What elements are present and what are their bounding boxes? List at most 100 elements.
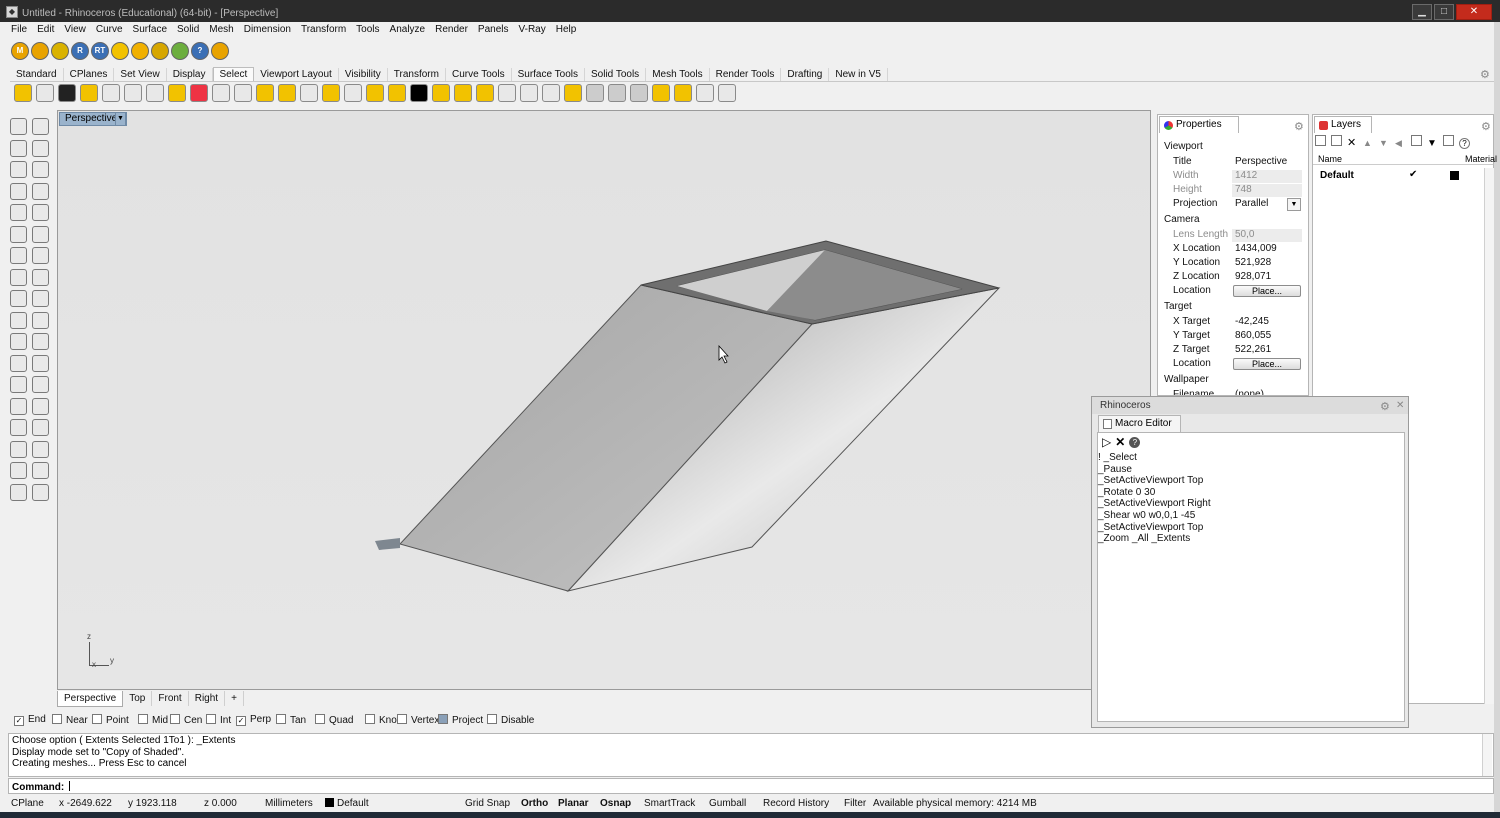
light-icon[interactable] [32, 483, 49, 501]
extrude-icon[interactable] [32, 268, 49, 286]
select-tool-icon[interactable] [520, 84, 538, 102]
select-tool-icon[interactable] [124, 84, 142, 102]
viewport-tab-perspective[interactable]: Perspective [57, 691, 124, 707]
minimize-button[interactable]: ▁ [1412, 4, 1432, 20]
layer-doc-icon[interactable] [1411, 135, 1422, 146]
toolbar-gear-icon[interactable]: ⚙ [1480, 68, 1492, 81]
trim-icon[interactable] [32, 311, 49, 329]
menu-dimension[interactable]: Dimension [239, 22, 296, 37]
osnap-checkbox[interactable] [438, 714, 448, 724]
prop-ytarget-value[interactable]: 860,055 [1232, 330, 1302, 343]
move-up-icon[interactable]: ▲ [1363, 138, 1374, 149]
new-layer-icon[interactable] [1315, 135, 1326, 146]
select-tool-icon[interactable] [586, 84, 604, 102]
osnap-toggle[interactable]: Osnap [600, 798, 631, 809]
layers-col-material[interactable]: Material [1465, 154, 1497, 164]
select-tool-icon[interactable] [652, 84, 670, 102]
select-tool-icon[interactable] [454, 84, 472, 102]
toolbar-tab-render-tools[interactable]: Render Tools [710, 68, 782, 81]
prop-zloc-value[interactable]: 928,071 [1232, 271, 1302, 284]
prop-title-value[interactable]: Perspective [1232, 156, 1302, 169]
select-tool-icon[interactable] [432, 84, 450, 102]
clip-icon[interactable] [10, 462, 27, 479]
maximize-button[interactable]: □ [1434, 4, 1454, 20]
menu-transform[interactable]: Transform [296, 22, 351, 37]
select-tool-icon[interactable] [564, 84, 582, 102]
menu-curve[interactable]: Curve [91, 22, 128, 37]
osnap-vertex[interactable]: Vertex [397, 714, 439, 726]
toolbar-tab-display[interactable]: Display [167, 68, 213, 81]
prop-xtarget-value[interactable]: -42,245 [1232, 316, 1302, 329]
tag2-icon[interactable] [51, 42, 69, 60]
prop-ztarget-value[interactable]: 522,261 [1232, 344, 1302, 357]
menu-render[interactable]: Render [430, 22, 473, 37]
ellipse-icon[interactable] [32, 161, 49, 178]
render-icon[interactable] [10, 419, 27, 436]
osnap-project[interactable]: Project [438, 714, 483, 726]
toolbar-tab-visibility[interactable]: Visibility [339, 68, 388, 81]
select-tool-icon[interactable] [36, 84, 54, 102]
menu-solid[interactable]: Solid [172, 22, 204, 37]
osnap-tan[interactable]: Tan [276, 714, 306, 726]
select-tool-icon[interactable] [256, 84, 274, 102]
status-layer[interactable]: Default [325, 798, 369, 809]
osnap-checkbox[interactable]: ✓ [14, 716, 24, 726]
layer-row-default[interactable]: Default ✔ [1313, 168, 1493, 182]
select-tool-icon[interactable] [718, 84, 736, 102]
sun-icon[interactable] [131, 42, 149, 60]
layers-gear-icon[interactable]: ⚙ [1481, 120, 1491, 133]
select-tool-icon[interactable] [14, 84, 32, 102]
lamp-icon[interactable] [151, 42, 169, 60]
osnap-checkbox[interactable] [206, 714, 216, 724]
cylinder-icon[interactable] [10, 268, 27, 286]
viewport-tab-right[interactable]: Right [189, 691, 226, 706]
camera-place-button[interactable]: Place... [1233, 285, 1301, 297]
menu-file[interactable]: File [6, 22, 32, 37]
environment-icon[interactable] [171, 42, 189, 60]
analyze-icon[interactable] [32, 462, 49, 479]
osnap-checkbox[interactable] [276, 714, 286, 724]
command-input[interactable] [69, 781, 71, 791]
move-left-icon[interactable]: ◀ [1395, 138, 1406, 149]
close-button[interactable]: ✕ [1456, 4, 1492, 20]
select-tool-icon[interactable] [476, 84, 494, 102]
command-line[interactable]: Command: [8, 778, 1494, 794]
boolean-icon[interactable] [32, 290, 49, 307]
settings-icon[interactable] [211, 42, 229, 60]
layer-current-check-icon[interactable]: ✔ [1409, 169, 1417, 180]
select-tool-icon[interactable] [234, 84, 252, 102]
grid-icon[interactable] [32, 419, 49, 436]
prop-filename-value[interactable]: (none) [1232, 389, 1302, 395]
osnap-checkbox[interactable] [397, 714, 407, 724]
select-tool-icon[interactable] [344, 84, 362, 102]
select-tool-icon[interactable] [608, 84, 626, 102]
osnap-checkbox[interactable] [170, 714, 180, 724]
toolbar-tab-standard[interactable]: Standard [10, 68, 64, 81]
osnap-checkbox[interactable] [315, 714, 325, 724]
osnap-quad[interactable]: Quad [315, 714, 353, 726]
select-tool-icon[interactable] [542, 84, 560, 102]
mesh-icon[interactable] [10, 333, 27, 350]
filter-icon[interactable]: ▼ [1427, 139, 1438, 150]
layers-help-icon[interactable]: ? [1459, 138, 1470, 149]
select-tool-icon[interactable] [696, 84, 714, 102]
select-tool-icon[interactable] [388, 84, 406, 102]
menu-analyze[interactable]: Analyze [385, 22, 431, 37]
m-icon[interactable]: M [11, 42, 29, 60]
shade-icon[interactable] [10, 483, 27, 501]
history-scrollbar[interactable] [1482, 734, 1492, 776]
scale-icon[interactable] [32, 354, 49, 372]
viewport-menu-arrow-icon[interactable]: ▼ [115, 112, 126, 126]
properties-tab[interactable]: Properties [1159, 116, 1239, 133]
layers-col-name[interactable]: Name [1318, 154, 1342, 164]
select-tool-icon[interactable] [300, 84, 318, 102]
osnap-mid[interactable]: Mid [138, 714, 168, 726]
rotate-icon[interactable] [10, 354, 27, 372]
osnap-cen[interactable]: Cen [170, 714, 202, 726]
target-place-button[interactable]: Place... [1233, 358, 1301, 370]
properties-gear-icon[interactable]: ⚙ [1294, 120, 1304, 133]
select-tool-icon[interactable] [168, 84, 186, 102]
circle-icon[interactable] [10, 161, 27, 178]
menu-vray[interactable]: V-Ray [514, 22, 551, 37]
menu-tools[interactable]: Tools [351, 22, 384, 37]
